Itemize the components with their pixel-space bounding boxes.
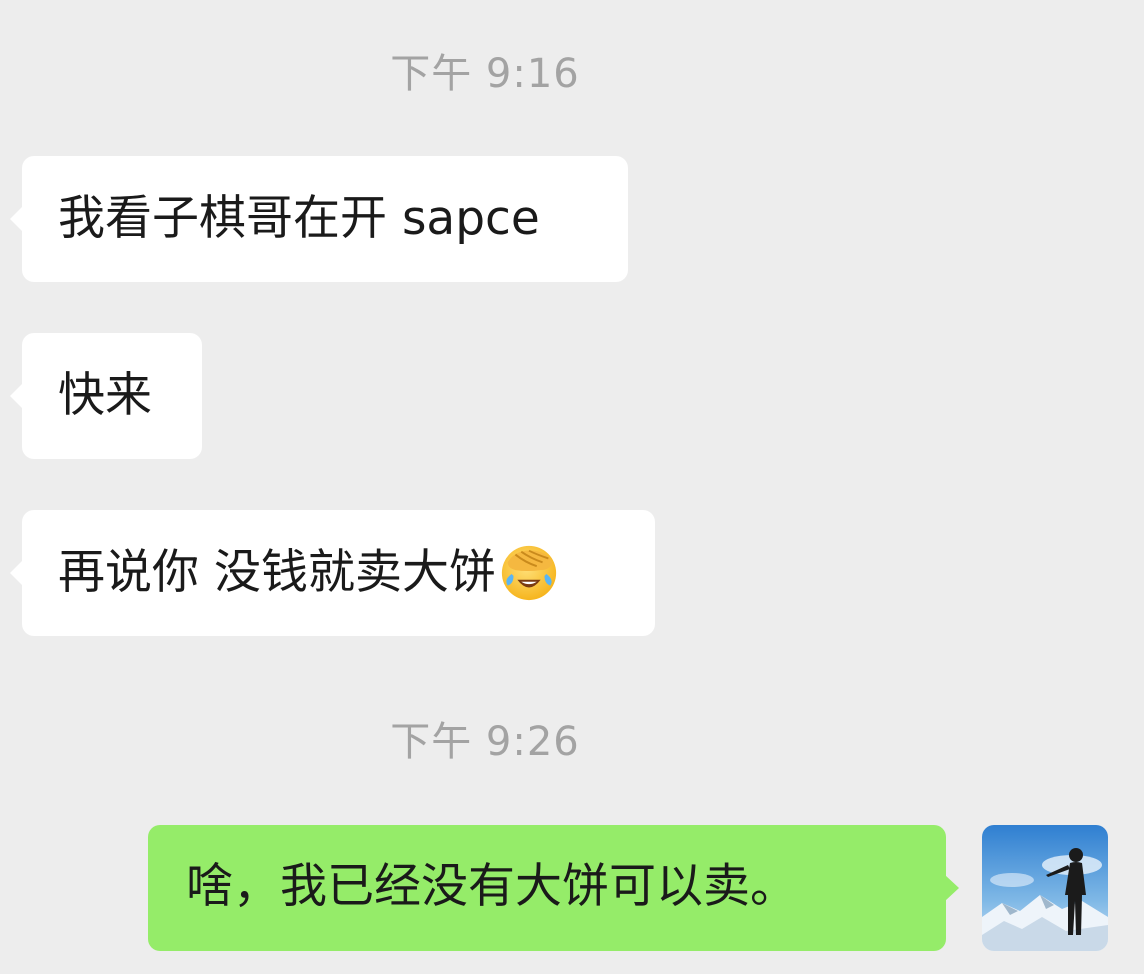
message-text: 我看子棋哥在开 sapce [58, 191, 540, 246]
message-text: 再说你 没钱就卖大饼 [58, 545, 496, 600]
message-bubble-received[interactable]: 快来 [10, 333, 202, 459]
user-avatar-icon[interactable] [982, 825, 1108, 951]
timestamp: 下午 9:26 [390, 719, 580, 765]
message-bubble-received[interactable]: 我看子棋哥在开 sapce [10, 156, 628, 282]
message-bubble-received[interactable]: 再说你 没钱就卖大饼 [10, 510, 655, 636]
message-text: 啥，我已经没有大饼可以卖。 [186, 859, 797, 914]
timestamp: 下午 9:16 [390, 51, 580, 97]
avatar-image [982, 825, 1108, 951]
message-text: 快来 [58, 368, 152, 423]
message-bubble-sent[interactable]: 啥，我已经没有大饼可以卖。 [148, 825, 959, 951]
facepalm-laughing-icon [501, 545, 557, 600]
